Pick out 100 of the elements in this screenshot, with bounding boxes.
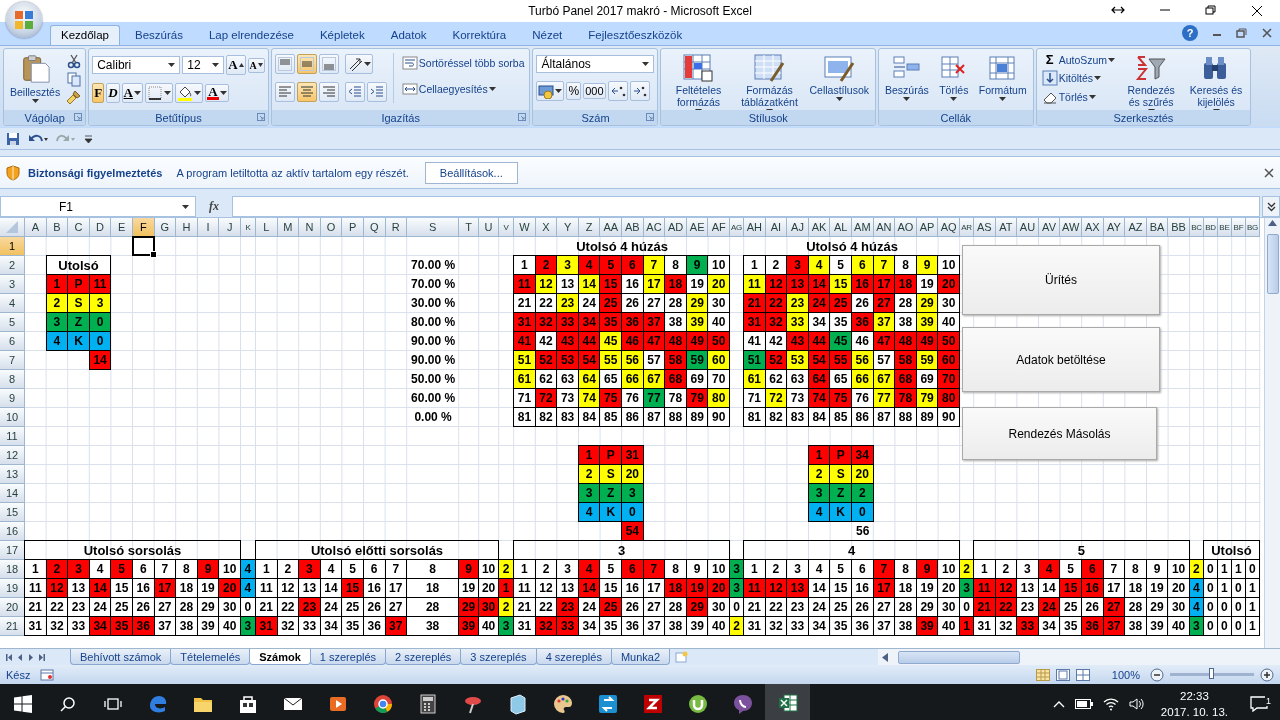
bold-button[interactable]: F <box>92 83 105 103</box>
column-header[interactable]: AQ <box>938 218 960 237</box>
ribbon-button[interactable]: Formátum <box>975 51 1030 109</box>
row-header[interactable]: 1 <box>0 237 25 256</box>
sheet-tab[interactable]: 3 szereplés <box>460 649 537 665</box>
customize-caret-icon[interactable] <box>84 134 93 143</box>
row-header[interactable]: 3 <box>0 275 25 294</box>
align-button[interactable] <box>274 54 295 74</box>
percent-button[interactable]: % <box>566 82 582 100</box>
column-header[interactable]: AU <box>1017 218 1039 237</box>
column-header[interactable]: AH <box>744 218 766 237</box>
selected-cell[interactable] <box>131 236 155 256</box>
column-header[interactable]: AN <box>873 218 896 237</box>
ribbon-button[interactable]: Rendezés és szűrés <box>1120 51 1183 109</box>
sheet-tab[interactable]: Munka2 <box>610 649 671 665</box>
next-sheet-icon[interactable] <box>28 653 35 661</box>
resize-icon[interactable] <box>1111 5 1125 15</box>
macro-record-icon[interactable] <box>40 668 55 681</box>
vertical-scrollbar[interactable] <box>1264 218 1280 648</box>
row-header[interactable]: 17 <box>0 541 25 560</box>
column-header[interactable]: A <box>25 218 47 237</box>
paste-button[interactable]: Beillesztés <box>7 51 64 109</box>
column-header[interactable]: V <box>499 218 515 237</box>
row-header[interactable]: 12 <box>0 446 25 465</box>
column-header[interactable]: U <box>479 218 500 237</box>
name-box[interactable]: F1 <box>0 196 196 217</box>
close-icon[interactable] <box>1264 167 1274 178</box>
column-header[interactable]: AO <box>895 218 917 237</box>
borders-button[interactable] <box>144 83 173 103</box>
insert-function-button[interactable]: fx <box>200 196 228 217</box>
restore-icon[interactable] <box>1205 5 1217 15</box>
ribbon-button[interactable]: Törlés <box>1039 88 1118 106</box>
currency-button[interactable] <box>536 81 565 101</box>
restore-icon[interactable] <box>1236 28 1248 38</box>
row-header[interactable]: 13 <box>0 465 25 484</box>
column-header[interactable]: J <box>219 218 241 237</box>
align-button[interactable] <box>318 82 339 102</box>
row-header[interactable]: 16 <box>0 522 25 541</box>
column-header[interactable]: AV <box>1038 218 1061 237</box>
increase-decimal-button[interactable] <box>607 81 628 101</box>
zoom-in-icon[interactable] <box>1260 667 1274 682</box>
row-header[interactable]: 19 <box>0 579 25 598</box>
close-icon[interactable] <box>1251 5 1263 17</box>
column-header[interactable]: BB <box>1168 218 1190 237</box>
ribbon-button[interactable]: Kitöltés <box>1039 69 1118 87</box>
scissors-icon[interactable] <box>66 53 83 69</box>
ribbon-button[interactable]: Cellastílusok <box>806 51 872 109</box>
orientation-button[interactable] <box>344 54 373 74</box>
column-header[interactable]: AK <box>808 218 831 237</box>
options-button[interactable]: Beállítások... <box>424 161 518 184</box>
page-layout-icon[interactable] <box>1055 668 1070 681</box>
font-color-button[interactable]: A <box>204 84 229 102</box>
column-header[interactable]: W <box>514 218 536 237</box>
column-header[interactable]: AG <box>730 218 745 237</box>
column-header[interactable]: X <box>535 218 558 237</box>
align-button[interactable] <box>274 82 295 102</box>
column-header[interactable]: Y <box>557 218 579 237</box>
indent-button[interactable] <box>344 82 365 102</box>
column-header[interactable]: M <box>277 218 300 237</box>
row-header[interactable]: 21 <box>0 617 25 636</box>
column-header[interactable]: O <box>320 218 343 237</box>
row-header[interactable]: 10 <box>0 408 25 427</box>
last-sheet-icon[interactable] <box>39 653 46 661</box>
ribbon-tab[interactable]: Nézet <box>521 25 574 45</box>
column-header[interactable]: AC <box>643 218 666 237</box>
column-header[interactable]: AJ <box>787 218 809 237</box>
row-header[interactable]: 8 <box>0 370 25 389</box>
column-header[interactable]: AF <box>708 218 731 237</box>
formula-input[interactable] <box>232 196 1260 217</box>
wifi-icon[interactable] <box>1102 697 1119 711</box>
windows-logo-icon[interactable] <box>13 695 32 713</box>
column-header[interactable]: AY <box>1103 218 1126 237</box>
size-dropdown[interactable]: 12 <box>182 56 225 74</box>
column-header[interactable]: AS <box>973 218 996 237</box>
ribbon-tab[interactable]: Adatok <box>379 25 438 45</box>
font-dropdown[interactable]: Calibri <box>92 56 181 74</box>
ribbon-button[interactable]: Törlés <box>934 51 973 109</box>
column-header[interactable]: AI <box>765 218 788 237</box>
horizontal-scrollbar[interactable] <box>878 649 1280 665</box>
thousands-button[interactable]: 000 <box>583 83 606 99</box>
align-button[interactable] <box>296 54 317 74</box>
ribbon-tab[interactable]: Fejlesztőeszközök <box>577 25 694 45</box>
ribbon-tab[interactable]: Lap elrendezése <box>197 25 305 45</box>
column-header[interactable]: D <box>89 218 112 237</box>
grow-font-button[interactable]: A <box>226 55 246 75</box>
sheet-tab[interactable]: 1 szereplés <box>309 649 387 665</box>
office-button[interactable] <box>6 2 42 38</box>
column-header[interactable]: R <box>385 218 408 237</box>
zoom-slider-thumb[interactable] <box>1209 668 1214 679</box>
column-header[interactable]: P <box>342 218 364 237</box>
chevron-up-icon[interactable] <box>1052 700 1065 708</box>
sheet-tab[interactable]: 4 szereplés <box>535 649 612 665</box>
speaker-icon[interactable] <box>1128 697 1145 711</box>
clock-date[interactable]: 2017. 10. 13. <box>1160 704 1228 720</box>
column-header[interactable]: Z <box>578 218 601 237</box>
column-header[interactable]: I <box>197 218 220 237</box>
number-format-dropdown[interactable]: Általános <box>536 55 655 73</box>
column-header[interactable]: AB <box>622 218 644 237</box>
help-button[interactable]: ? <box>1182 25 1198 41</box>
row-header[interactable]: 9 <box>0 389 25 408</box>
